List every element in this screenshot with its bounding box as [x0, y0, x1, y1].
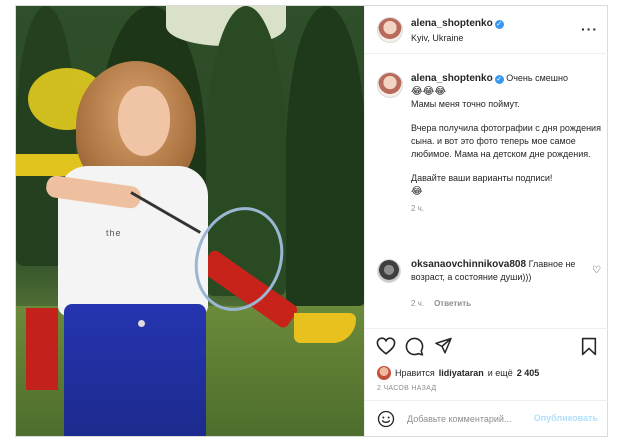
photo-playground-post	[26, 308, 58, 390]
caption-emoji-end: 😂	[411, 186, 423, 197]
likes-count[interactable]: 2 405	[517, 368, 540, 378]
post-location[interactable]: Kyiv, Ukraine	[411, 33, 463, 43]
comment-body: oksanaovchinnikova808 Главное не возраст…	[411, 258, 579, 310]
commenter-username[interactable]: oksanaovchinnikova808	[411, 259, 526, 270]
share-icon[interactable]	[434, 337, 453, 355]
caption-author-username[interactable]: alena_shoptenko	[411, 73, 493, 84]
post-photo[interactable]: the	[16, 6, 364, 436]
comment-icon[interactable]	[405, 337, 424, 356]
caption-first-line: Очень смешно	[506, 73, 568, 83]
comment-timestamp[interactable]: 2 ч.	[411, 299, 424, 308]
reply-button[interactable]: Ответить	[434, 299, 471, 308]
author-username-text[interactable]: alena_shoptenko	[411, 18, 493, 29]
post-side-panel: alena_shoptenko ✓ Kyiv, Ukraine ··· alena…	[364, 6, 608, 436]
author-username[interactable]: alena_shoptenko ✓	[411, 18, 504, 29]
comment-input[interactable]	[407, 411, 532, 427]
likes-prefix: Нравится	[395, 368, 435, 378]
liker-username[interactable]: lidiyataran	[439, 368, 484, 378]
more-options-icon[interactable]: ···	[581, 21, 598, 37]
photo-person-pants	[64, 304, 206, 436]
photo-shirt-print: the	[106, 228, 122, 238]
instagram-post: the alena_shoptenko ✓ Kyiv, Ukraine ··· a…	[15, 5, 608, 437]
commenter-avatar[interactable]	[377, 259, 401, 283]
caption-paragraph-3: Давайте ваши варианты подписи!	[411, 173, 553, 183]
caption-timestamp[interactable]: 2 ч.	[411, 202, 601, 215]
caption-emojis: 😂😂😂	[411, 86, 447, 97]
author-avatar[interactable]	[377, 17, 403, 43]
emoji-smile-icon[interactable]	[377, 410, 395, 428]
bookmark-icon[interactable]	[581, 337, 597, 356]
add-comment-bar: Опубликовать	[365, 400, 608, 438]
comment-like-icon[interactable]: ♡	[592, 264, 601, 277]
liker-avatar[interactable]	[377, 366, 391, 380]
caption-author-avatar[interactable]	[377, 72, 403, 98]
heart-icon[interactable]	[376, 337, 396, 355]
photo-person-face	[118, 86, 170, 156]
publish-button[interactable]: Опубликовать	[534, 413, 598, 423]
caption-paragraph-2: Вчера получила фотографии с дня рождения…	[411, 123, 601, 159]
photo-tree	[286, 6, 364, 306]
verified-badge-icon: ✓	[494, 75, 504, 84]
post-timeago[interactable]: 2 ЧАСОВ НАЗАД	[377, 385, 436, 392]
comment-meta: 2 ч. Ответить	[411, 297, 579, 310]
post-actions: Нравится lidiyataran и ещё 2 405 2 ЧАСОВ…	[365, 328, 608, 437]
verified-badge-icon: ✓	[494, 20, 504, 29]
photo-pants-button	[138, 320, 145, 327]
caption-paragraph-1: Мамы меня точно поймут.	[411, 99, 520, 109]
likes-middle: и ещё	[487, 368, 513, 378]
post-header: alena_shoptenko ✓ Kyiv, Ukraine ···	[365, 6, 608, 54]
likes-summary: Нравится lidiyataran и ещё 2 405	[377, 366, 539, 380]
caption-body: alena_shoptenko ✓ Очень смешно 😂😂😂 Мамы м…	[411, 72, 601, 215]
